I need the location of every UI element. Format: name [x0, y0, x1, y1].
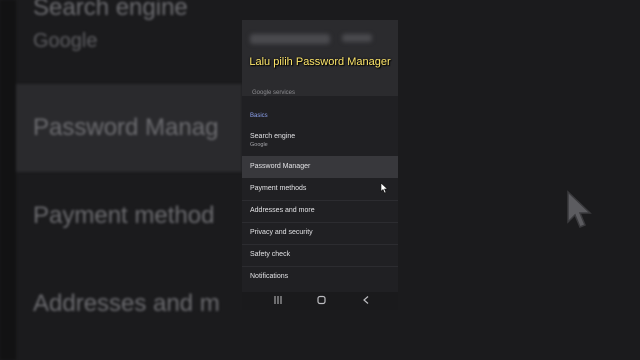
google-services-label[interactable]: Google services — [252, 90, 295, 96]
background-item-title: Search engine — [33, 0, 188, 21]
recents-icon[interactable] — [274, 295, 282, 308]
settings-item-password-manager[interactable]: Password Manager — [242, 156, 398, 178]
settings-item-payment-methods[interactable]: Payment methods — [242, 178, 398, 200]
item-title: Notifications — [250, 273, 289, 280]
settings-item-privacy[interactable]: Privacy and security — [242, 222, 398, 244]
item-title: Payment methods — [250, 185, 307, 192]
background-item-subtitle: Google — [33, 30, 98, 52]
back-icon[interactable] — [362, 295, 370, 308]
background-item-title: Payment method — [33, 202, 215, 229]
video-caption: Lalu pilih Password Manager — [249, 56, 391, 68]
header-action-blurred — [342, 34, 372, 42]
header-title-blurred — [250, 34, 330, 44]
settings-item-safety-check[interactable]: Safety check — [242, 244, 398, 266]
android-navbar — [242, 292, 398, 310]
item-title: Safety check — [250, 251, 291, 258]
item-subtitle: Google — [250, 142, 268, 148]
home-icon[interactable] — [317, 295, 326, 308]
item-title: Addresses and more — [250, 207, 315, 214]
settings-item-notifications[interactable]: Notifications — [242, 266, 398, 288]
cursor-icon — [380, 181, 389, 199]
settings-item-search-engine[interactable]: Search engine Google — [242, 127, 398, 149]
item-title: Password Manager — [250, 163, 311, 170]
item-title: Search engine — [250, 133, 296, 140]
item-title: Privacy and security — [250, 229, 313, 236]
settings-item-addresses[interactable]: Addresses and more — [242, 200, 398, 222]
background-left-edge — [0, 0, 16, 360]
cursor-icon — [566, 190, 592, 235]
background-item-title: Addresses and m — [33, 290, 220, 317]
section-label-basics: Basics — [250, 113, 268, 119]
background-item-title: Password Manag — [33, 114, 219, 141]
